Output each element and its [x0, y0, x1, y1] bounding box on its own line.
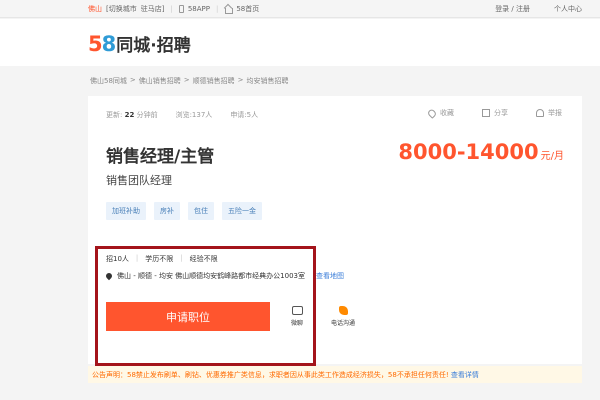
logo-mark: 58: [88, 32, 116, 56]
notice-bar: 公告声明：58禁止发布刷单、刷钻、优惠券推广类信息，求职者因从事此类工作造成经济…: [88, 366, 582, 383]
phone-icon: [178, 5, 184, 13]
current-city[interactable]: 佛山: [88, 4, 102, 14]
station-link[interactable]: 驻马店]: [141, 4, 165, 14]
breadcrumb-item[interactable]: 均安销售招聘: [247, 76, 289, 86]
call-button[interactable]: 电话沟通: [323, 306, 363, 327]
login-link[interactable]: 登录 / 注册: [495, 4, 530, 14]
report-button[interactable]: 举报: [536, 108, 562, 118]
view-count: 浏览:137人: [175, 111, 213, 119]
favorite-button[interactable]: 收藏: [426, 107, 454, 119]
home-link[interactable]: 58首页: [236, 4, 259, 14]
breadcrumb-separator: >: [237, 76, 244, 84]
notice-more-link[interactable]: 查看详情: [451, 371, 479, 379]
home-icon: [224, 5, 234, 14]
switch-city-link[interactable]: [切换城市: [106, 4, 137, 14]
job-actions: 收藏 分享 举报: [426, 107, 562, 119]
benefit-tag: 房补: [154, 202, 180, 220]
call-label: 电话沟通: [330, 320, 355, 327]
breadcrumb-item[interactable]: 佛山销售招聘: [139, 76, 181, 86]
view-map-link[interactable]: 查看地图: [316, 271, 344, 281]
heart-icon: [426, 107, 438, 119]
benefit-tags: 加班补助 房补 包住 五险一金: [106, 202, 262, 220]
breadcrumb-item[interactable]: 佛山58同城: [90, 76, 127, 86]
app-link[interactable]: 58APP: [188, 5, 210, 13]
job-subtitle: 销售团队经理: [106, 174, 172, 187]
benefit-tag: 五险一金: [222, 202, 262, 220]
divider: |: [170, 5, 173, 13]
breadcrumb-separator: >: [183, 76, 190, 84]
breadcrumb-separator: >: [129, 76, 136, 84]
benefit-tag: 加班补助: [106, 202, 146, 220]
benefit-tag: 包住: [188, 202, 214, 220]
top-bar-user: 登录 / 注册 个人中心: [495, 4, 582, 14]
top-bar: 佛山 [切换城市 驻马店] | 58APP | 58首页 登录 / 注册 个人中…: [0, 0, 600, 18]
logo-brand: 同城·招聘: [116, 36, 191, 56]
job-title: 销售经理/主管: [106, 147, 215, 167]
breadcrumb-item[interactable]: 顺德销售招聘: [193, 76, 235, 86]
share-icon: [482, 109, 490, 117]
top-bar-location: 佛山 [切换城市 驻马店] | 58APP | 58首页: [88, 4, 259, 14]
highlight-box: [95, 246, 316, 366]
user-center-link[interactable]: 个人中心: [554, 4, 582, 14]
divider: |: [215, 5, 219, 13]
job-meta: 更新: 22 分钟前 浏览:137人 申请:5人: [106, 110, 258, 120]
notice-text: 公告声明：58禁止发布刷单、刷钻、优惠券推广类信息，求职者因从事此类工作造成经济…: [92, 371, 449, 379]
update-time: 更新: 22 分钟前: [106, 111, 158, 119]
apply-count: 申请:5人: [230, 111, 259, 119]
breadcrumb: 佛山58同城 > 佛山销售招聘 > 顺德销售招聘 > 均安销售招聘: [90, 76, 289, 86]
warning-icon: [536, 109, 544, 117]
job-salary: 8000-14000 元/月: [398, 140, 564, 164]
site-header: 58 同城·招聘: [0, 19, 600, 66]
share-button[interactable]: 分享: [482, 108, 508, 118]
phone-call-icon: [338, 306, 348, 315]
site-logo[interactable]: 58 同城·招聘: [88, 31, 191, 56]
